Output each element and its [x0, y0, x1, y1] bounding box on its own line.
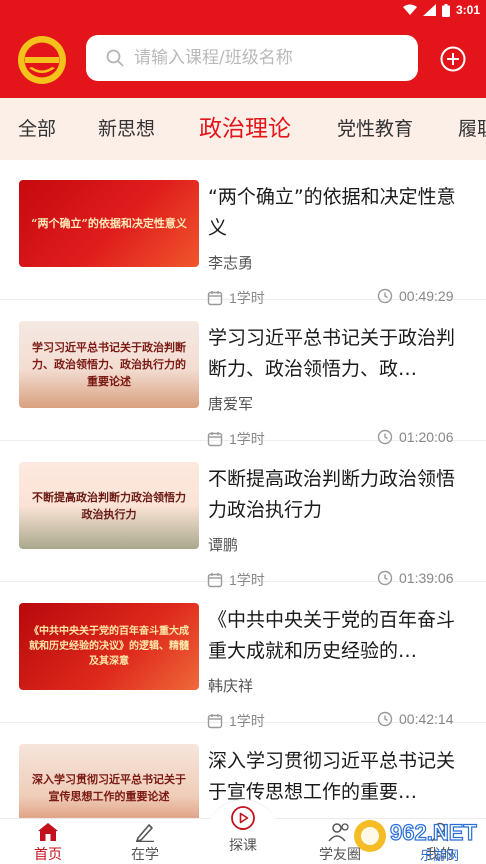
search-bar[interactable] [86, 35, 418, 81]
course-item[interactable]: 学习习近平总书记关于政治判断力、政治领悟力、政治执行力的重要论述 学习习近平总书… [0, 301, 486, 447]
nav-explore[interactable]: 探课 [203, 805, 283, 864]
tab-duty[interactable]: 履职 [458, 98, 486, 160]
course-thumbnail: “两个确立”的依据和决定性意义 [19, 180, 199, 267]
nav-circle[interactable]: 学友圈 [300, 819, 380, 864]
status-time: 3:01 [455, 3, 480, 17]
home-icon [38, 823, 58, 841]
search-icon [106, 49, 124, 67]
course-thumbnail: 《中共中央关于党的百年奋斗重大成就和历史经验的决议》的逻辑、精髓及其深意 [19, 603, 199, 690]
course-title: “两个确立”的依据和决定性意义 [208, 186, 456, 239]
search-input[interactable] [134, 48, 394, 68]
course-item[interactable]: “两个确立”的依据和决定性意义 “两个确立”的依据和决定性意义 李志勇 1学时 … [0, 160, 486, 306]
tab-political-theory[interactable]: 政治理论 [199, 98, 291, 160]
nav-studying-label: 在学 [131, 847, 159, 863]
nav-mine[interactable]: 我的 [400, 819, 480, 864]
tab-party-education[interactable]: 党性教育 [337, 98, 413, 160]
course-author: 唐爱军 [208, 395, 254, 413]
course-author: 李志勇 [208, 254, 254, 272]
tab-new-thought[interactable]: 新思想 [98, 98, 155, 160]
course-author: 谭鹏 [208, 536, 239, 554]
nav-studying[interactable]: 在学 [105, 819, 185, 864]
category-tabs: 全部 新思想 政治理论 党性教育 履职 [0, 98, 486, 160]
nav-home-label: 首页 [34, 847, 62, 863]
pencil-icon [136, 824, 154, 842]
course-author: 韩庆祥 [208, 677, 254, 695]
course-title: 《中共中央关于党的百年奋斗重大成就和历史经验的… [208, 609, 456, 662]
tab-all[interactable]: 全部 [18, 98, 56, 160]
thumbnail-caption: 深入学习贯彻习近平总书记关于宣传思想工作的重要论述 [32, 772, 186, 803]
nav-circle-label: 学友圈 [319, 847, 361, 863]
nav-explore-label: 探课 [229, 838, 257, 854]
bottom-nav: 首页 在学 探课 学友圈 我的 [0, 799, 486, 864]
party-emblem-logo [18, 36, 66, 84]
wifi-icon [402, 4, 417, 15]
status-bar: 3:01 [0, 0, 486, 20]
course-title: 不断提高政治判断力政治领悟力政治执行力 [208, 468, 456, 521]
status-icons: 3:01 [402, 2, 480, 18]
course-thumbnail: 深入学习贯彻习近平总书记关于宣传思想工作的重要论述 [19, 744, 199, 818]
course-list: “两个确立”的依据和决定性意义 “两个确立”的依据和决定性意义 李志勇 1学时 … [0, 160, 486, 818]
thumbnail-caption: 《中共中央关于党的百年奋斗重大成就和历史经验的决议》的逻辑、精髓及其深意 [29, 626, 189, 667]
course-thumbnail: 学习习近平总书记关于政治判断力、政治领悟力、政治执行力的重要论述 [19, 321, 199, 408]
course-title: 学习习近平总书记关于政治判断力、政治领悟力、政… [208, 327, 456, 380]
profile-icon [431, 822, 449, 842]
course-thumbnail: 不断提高政治判断力政治领悟力政治执行力 [19, 462, 199, 549]
header [0, 20, 486, 98]
play-circle-icon [231, 806, 255, 830]
nav-mine-label: 我的 [426, 847, 454, 863]
add-circle-icon[interactable] [440, 46, 466, 72]
nav-home[interactable]: 首页 [8, 819, 88, 864]
signal-icon [422, 4, 436, 16]
battery-icon [441, 3, 450, 17]
thumbnail-caption: 不断提高政治判断力政治领悟力政治执行力 [32, 490, 186, 521]
friends-icon [328, 823, 349, 842]
course-item[interactable]: 《中共中央关于党的百年奋斗重大成就和历史经验的决议》的逻辑、精髓及其深意 《中共… [0, 583, 486, 729]
thumbnail-caption: “两个确立”的依据和决定性意义 [31, 217, 187, 230]
course-item[interactable]: 不断提高政治判断力政治领悟力政治执行力 不断提高政治判断力政治领悟力政治执行力 … [0, 442, 486, 588]
thumbnail-caption: 学习习近平总书记关于政治判断力、政治领悟力、政治执行力的重要论述 [32, 341, 186, 388]
